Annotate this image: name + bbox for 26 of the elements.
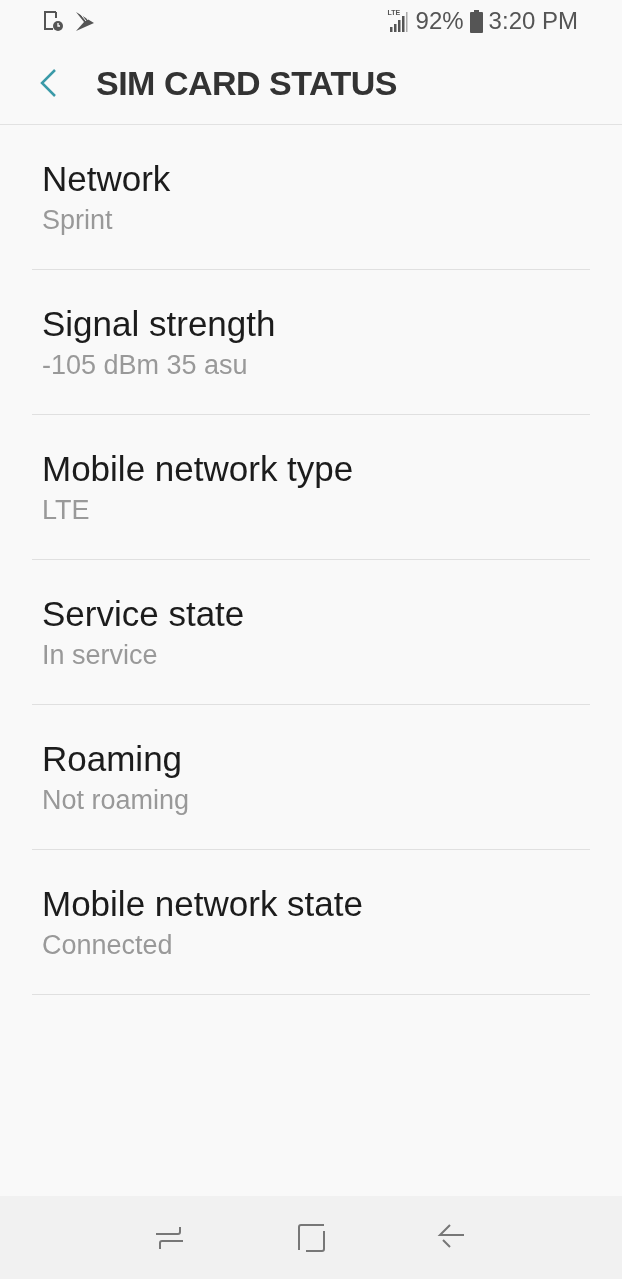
row-value: Connected: [42, 929, 174, 962]
row-title: Roaming: [42, 738, 184, 780]
carrier-logo-icon: [74, 10, 96, 32]
signal-icon: [387, 9, 410, 33]
row-value: Sprint: [42, 204, 114, 237]
settings-row[interactable]: Signal strength -105 dBm 35 asu: [32, 270, 590, 415]
row-value: Not roaming: [42, 784, 191, 817]
settings-row[interactable]: Roaming Not roaming: [32, 705, 590, 850]
row-title: Mobile network state: [42, 883, 364, 925]
row-value: LTE: [42, 494, 91, 527]
battery-icon: [469, 9, 483, 33]
row-title: Signal strength: [42, 303, 277, 345]
screen-record-icon: [42, 10, 64, 32]
battery-percentage: 92%: [415, 7, 464, 35]
row-title: Service state: [42, 593, 246, 635]
back-icon[interactable]: [38, 68, 58, 98]
row-title: Mobile network type: [42, 448, 355, 490]
settings-row[interactable]: Mobile network type LTE: [32, 415, 590, 560]
clock-time: 3:20 PM: [488, 7, 578, 35]
settings-row[interactable]: Service state In service: [32, 560, 590, 705]
settings-row[interactable]: Network Sprint: [32, 125, 590, 270]
row-title: Network: [42, 158, 172, 200]
page-title: SIM CARD STATUS: [96, 63, 397, 103]
row-value: In service: [42, 639, 159, 672]
settings-row[interactable]: Mobile network state Connected: [32, 850, 590, 995]
row-value: -105 dBm 35 asu: [42, 349, 249, 382]
